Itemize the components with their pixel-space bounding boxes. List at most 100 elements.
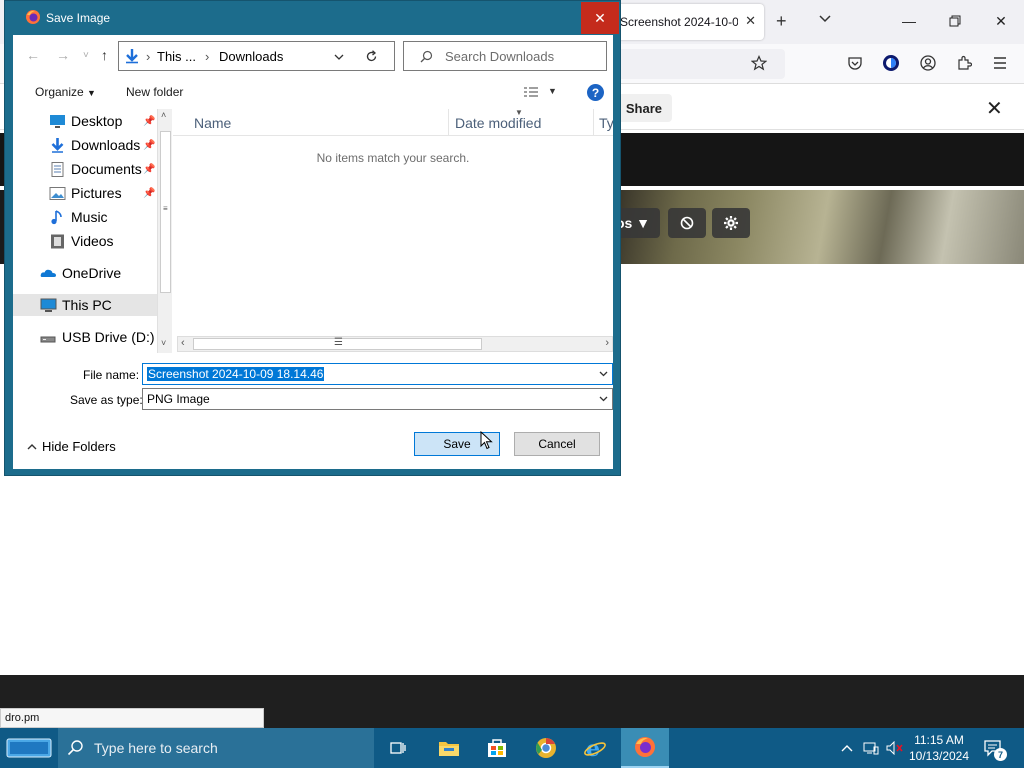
cancel-button[interactable]: Cancel [514,432,600,456]
help-icon[interactable]: ? [587,84,604,101]
taskbar: Type here to search e 11:15 AM 10/13/202… [0,728,1024,768]
file-name-input[interactable]: Screenshot 2024-10-09 18.14.46 [142,363,613,385]
pocket-icon[interactable] [845,53,865,73]
scroll-right-icon[interactable]: › [605,337,609,349]
view-dropdown-icon[interactable]: ▼ [548,86,557,96]
scroll-left-icon[interactable]: ‹ [181,337,185,349]
breadcrumb-downloads[interactable]: Downloads [219,49,283,64]
nav-item-label: USB Drive (D:) [62,329,155,345]
organize-label: Organize [35,85,84,99]
column-header-name[interactable]: Name [177,109,449,135]
dialog-title-bar[interactable]: Save Image ✕ [5,1,620,35]
dialog-close-button[interactable]: ✕ [581,2,619,34]
chrome-icon[interactable] [522,728,570,768]
chevron-down-icon[interactable] [599,369,608,378]
address-dropdown-icon[interactable] [334,53,344,61]
pin-icon: 📌 [143,140,156,151]
firefox-taskbar-icon[interactable] [621,728,669,768]
vpn-icon[interactable] [881,53,901,73]
store-icon[interactable] [473,728,521,768]
grip-icon: ☰ [334,337,343,348]
window-close-icon[interactable]: ✕ [990,10,1012,32]
firefox-icon [26,10,40,24]
nav-item-music[interactable]: Music [49,206,108,228]
file-list-scrollbar[interactable]: ‹ ☰ › [177,336,613,352]
nav-item-this-pc[interactable]: This PC [13,294,158,316]
nav-item-videos[interactable]: Videos [49,230,114,252]
file-explorer-icon[interactable] [425,728,473,768]
hide-folders-button[interactable]: Hide Folders [27,439,116,454]
clock[interactable]: 11:15 AM 10/13/2024 [906,732,972,764]
taskbar-search[interactable]: Type here to search [58,728,374,768]
nav-item-label: Pictures [71,185,122,201]
action-center-icon[interactable]: 7 [980,728,1007,768]
new-folder-button[interactable]: New folder [126,85,183,99]
recent-dropdown-icon[interactable]: ˅ [83,50,89,61]
save-type-label: Save as type: [70,393,143,407]
address-bar[interactable]: › This ... › Downloads [118,41,395,71]
nav-pane-scrollbar[interactable]: ˄ ≡ ˅ [157,109,172,353]
task-view-icon[interactable] [374,728,422,768]
column-header-date-modified[interactable]: Date modified [450,109,594,135]
account-icon[interactable] [918,53,938,73]
nav-item-documents[interactable]: Documents [49,158,142,180]
minimize-icon[interactable]: — [898,10,920,32]
forward-arrow-icon[interactable]: → [56,47,70,63]
chevron-up-icon [27,444,37,450]
search-icon [67,740,83,756]
restore-icon[interactable] [944,10,966,32]
desktop-icon [49,114,66,129]
refresh-icon[interactable] [365,50,378,63]
grip-icon: ≡ [163,204,168,213]
organize-button[interactable]: Organize ▼ [35,85,96,99]
new-tab-icon[interactable]: + [776,11,787,32]
settings-gear-icon[interactable] [712,208,750,238]
bookmark-star-icon[interactable] [749,53,769,73]
nav-item-desktop[interactable]: Desktop [49,110,122,132]
nav-item-downloads[interactable]: Downloads [49,134,140,156]
column-header-type[interactable]: Typ [595,109,613,135]
taskbar-search-placeholder: Type here to search [94,740,218,756]
tab-close-icon[interactable]: ✕ [745,13,756,29]
nav-item-label: Music [71,209,108,225]
up-arrow-icon[interactable]: ↑ [101,47,108,63]
breadcrumb-separator-icon: › [146,49,151,64]
dialog-body: ← → ˅ ↑ › This ... › Downloads Search Do… [13,35,613,469]
scroll-thumb[interactable]: ≡ [160,131,171,293]
notification-close-icon[interactable]: ✕ [986,96,1003,121]
nav-item-usb-drive[interactable]: USB Drive (D:) [40,326,155,348]
breadcrumb-this-pc[interactable]: This ... [157,49,196,64]
scroll-down-icon[interactable]: ˅ [161,338,166,348]
file-name-value: Screenshot 2024-10-09 18.14.46 [147,367,325,381]
clock-date: 10/13/2024 [908,749,970,763]
nav-item-onedrive[interactable]: OneDrive [40,262,121,284]
save-type-select[interactable]: PNG Image [142,388,613,410]
extensions-icon[interactable] [954,53,974,73]
back-arrow-icon[interactable]: ← [26,47,40,63]
scroll-up-icon[interactable]: ˄ [161,110,166,120]
chevron-down-icon[interactable] [818,12,832,26]
breadcrumb-separator-icon: › [205,49,210,64]
pin-icon: 📌 [143,116,156,127]
nav-item-label: Desktop [71,113,123,129]
search-downloads-input[interactable]: Search Downloads [403,41,607,71]
volume-muted-icon[interactable] [884,728,906,768]
hide-folders-label: Hide Folders [42,439,116,454]
disable-icon[interactable] [668,208,706,238]
network-icon[interactable] [860,728,882,768]
status-url: dro.pm [0,708,264,728]
chevron-down-icon[interactable] [599,394,608,403]
start-button[interactable] [0,728,58,768]
view-options-icon[interactable] [523,87,539,99]
nav-item-pictures[interactable]: Pictures [49,182,122,204]
computer-icon [40,298,57,313]
menu-icon[interactable] [990,53,1010,73]
tray-overflow-icon[interactable] [838,728,856,768]
internet-explorer-icon[interactable]: e [571,728,619,768]
save-image-dialog: Save Image ✕ ← → ˅ ↑ › This ... › Downlo… [4,0,621,476]
notification-count-badge: 7 [994,748,1007,761]
nav-item-label: OneDrive [62,265,122,281]
tab-screenshot[interactable]: Screenshot 2024-10-09 18.14.46 ✕ [612,4,764,40]
start-logo-icon [6,738,52,758]
scroll-thumb[interactable]: ☰ [193,337,482,350]
